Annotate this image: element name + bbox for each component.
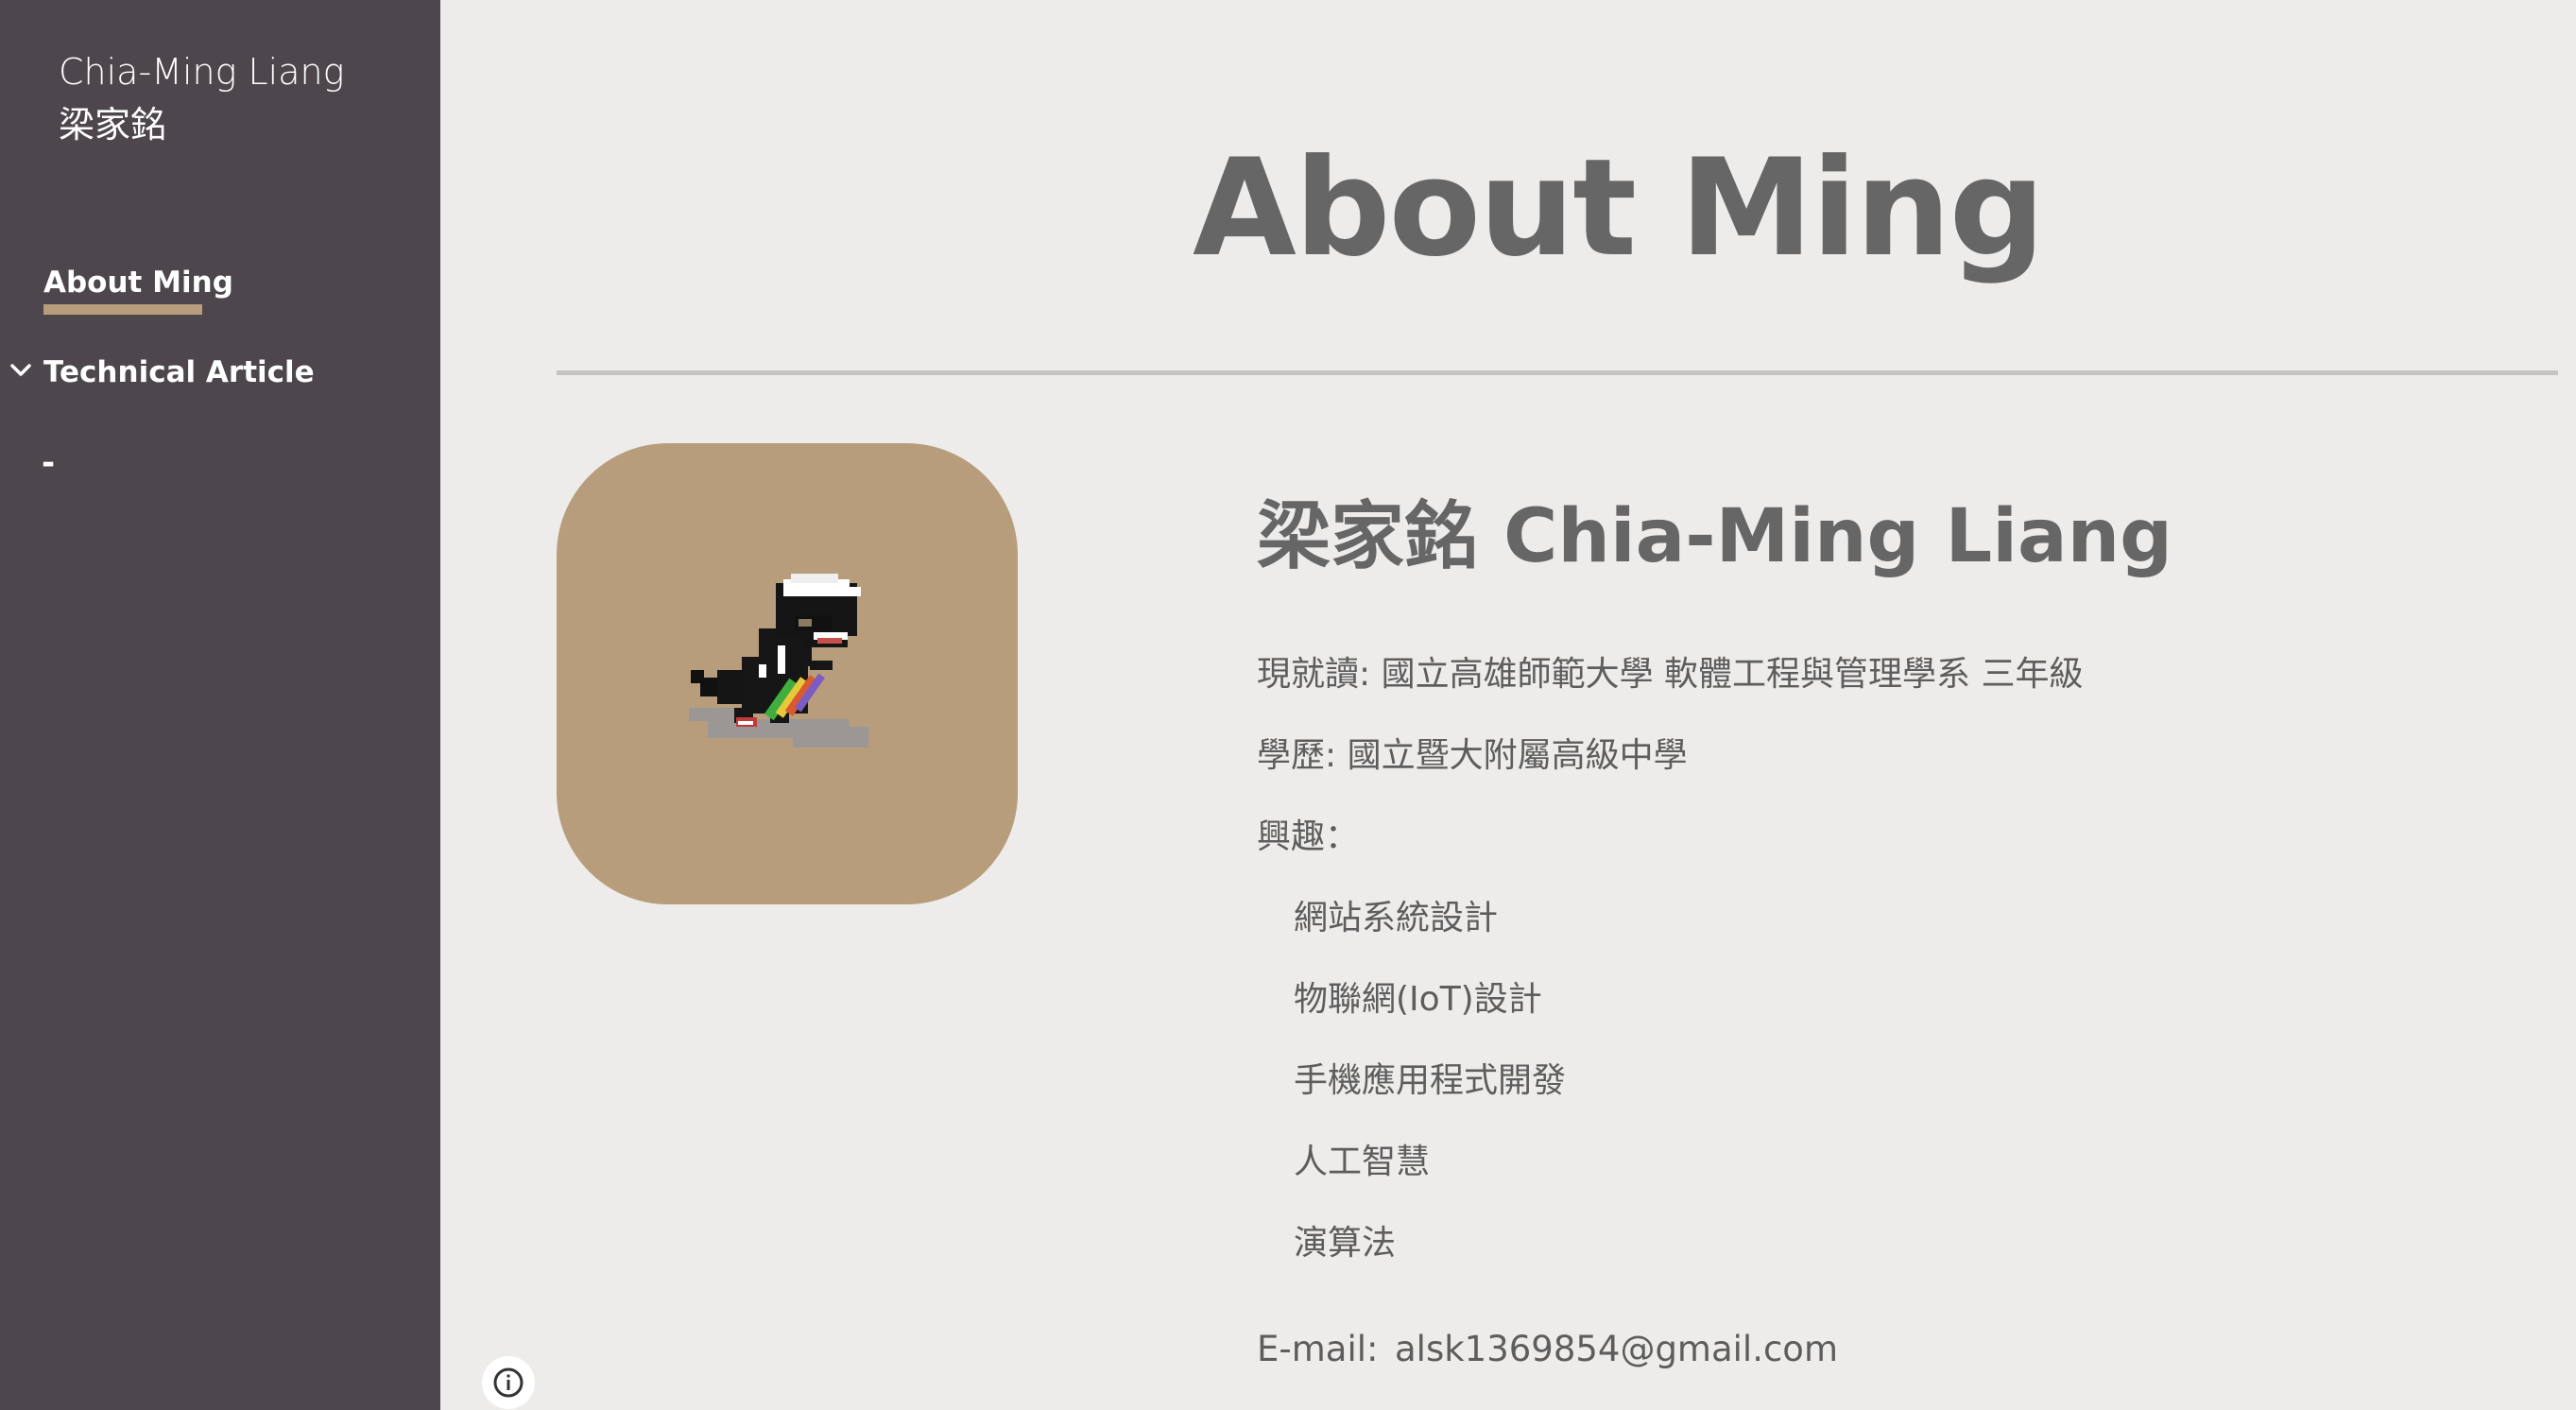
interest-item: 演算法 — [1294, 1224, 1397, 1263]
interest-item: 網站系統設計 — [1294, 899, 1499, 937]
interest-item: 手機應用程式開發 — [1294, 1061, 1567, 1100]
avatar — [557, 443, 1018, 904]
sidebar: Chia-Ming Liang 梁家銘 About Ming Technical… — [0, 0, 440, 1410]
info-button[interactable] — [482, 1356, 535, 1409]
interest-item: 物聯網(IoT)設計 — [1294, 980, 1542, 1019]
profile-name-heading: 梁家銘 Chia-Ming Liang — [1257, 494, 2172, 579]
site-title-chinese: 梁家銘 — [59, 104, 167, 146]
nav-active-indicator — [43, 304, 202, 315]
title-divider — [557, 370, 2558, 375]
site-title-english: Chia-Ming Liang — [59, 51, 345, 93]
current-study-text: 現就讀: 國立高雄師範大學 軟體工程與管理學系 三年級 — [1257, 655, 2084, 694]
interest-item: 人工智慧 — [1294, 1143, 1431, 1181]
email-label: E-mail: — [1257, 1329, 1379, 1369]
pixel-dinosaur-skateboard-icon — [689, 574, 868, 748]
info-circle-icon — [493, 1367, 524, 1398]
nav-item-technical-article[interactable]: Technical Article — [43, 355, 315, 389]
education-text: 學歷: 國立暨大附屬高級中學 — [1257, 736, 1688, 775]
nav-item-dash[interactable]: - — [42, 444, 55, 482]
email-link[interactable]: alsk1369854@gmail.com — [1395, 1329, 1838, 1369]
interests-label: 興趣： — [1257, 817, 1360, 856]
chevron-down-icon[interactable] — [9, 361, 32, 380]
nav-item-about-ming[interactable]: About Ming — [43, 266, 233, 300]
site-title[interactable]: Chia-Ming Liang 梁家銘 — [59, 45, 344, 151]
page-title: About Ming — [1193, 130, 2045, 286]
